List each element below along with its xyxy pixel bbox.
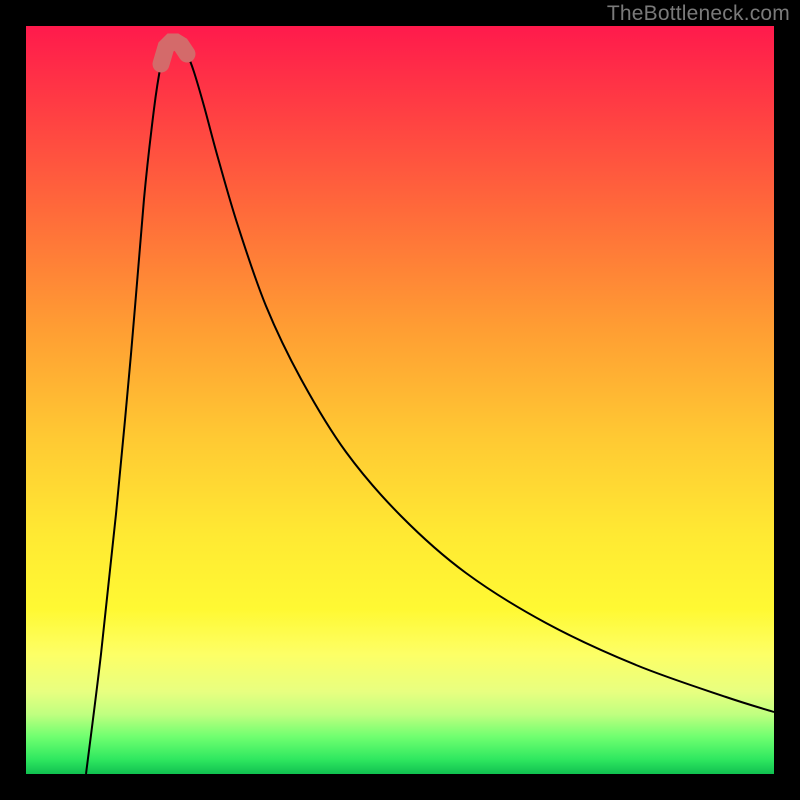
curve-layer [26,26,774,774]
chart-frame: TheBottleneck.com [0,0,800,800]
bottleneck-curve [86,42,774,774]
watermark-text: TheBottleneck.com [607,2,790,26]
optimal-point-marker [161,42,187,64]
plot-area [26,26,774,774]
